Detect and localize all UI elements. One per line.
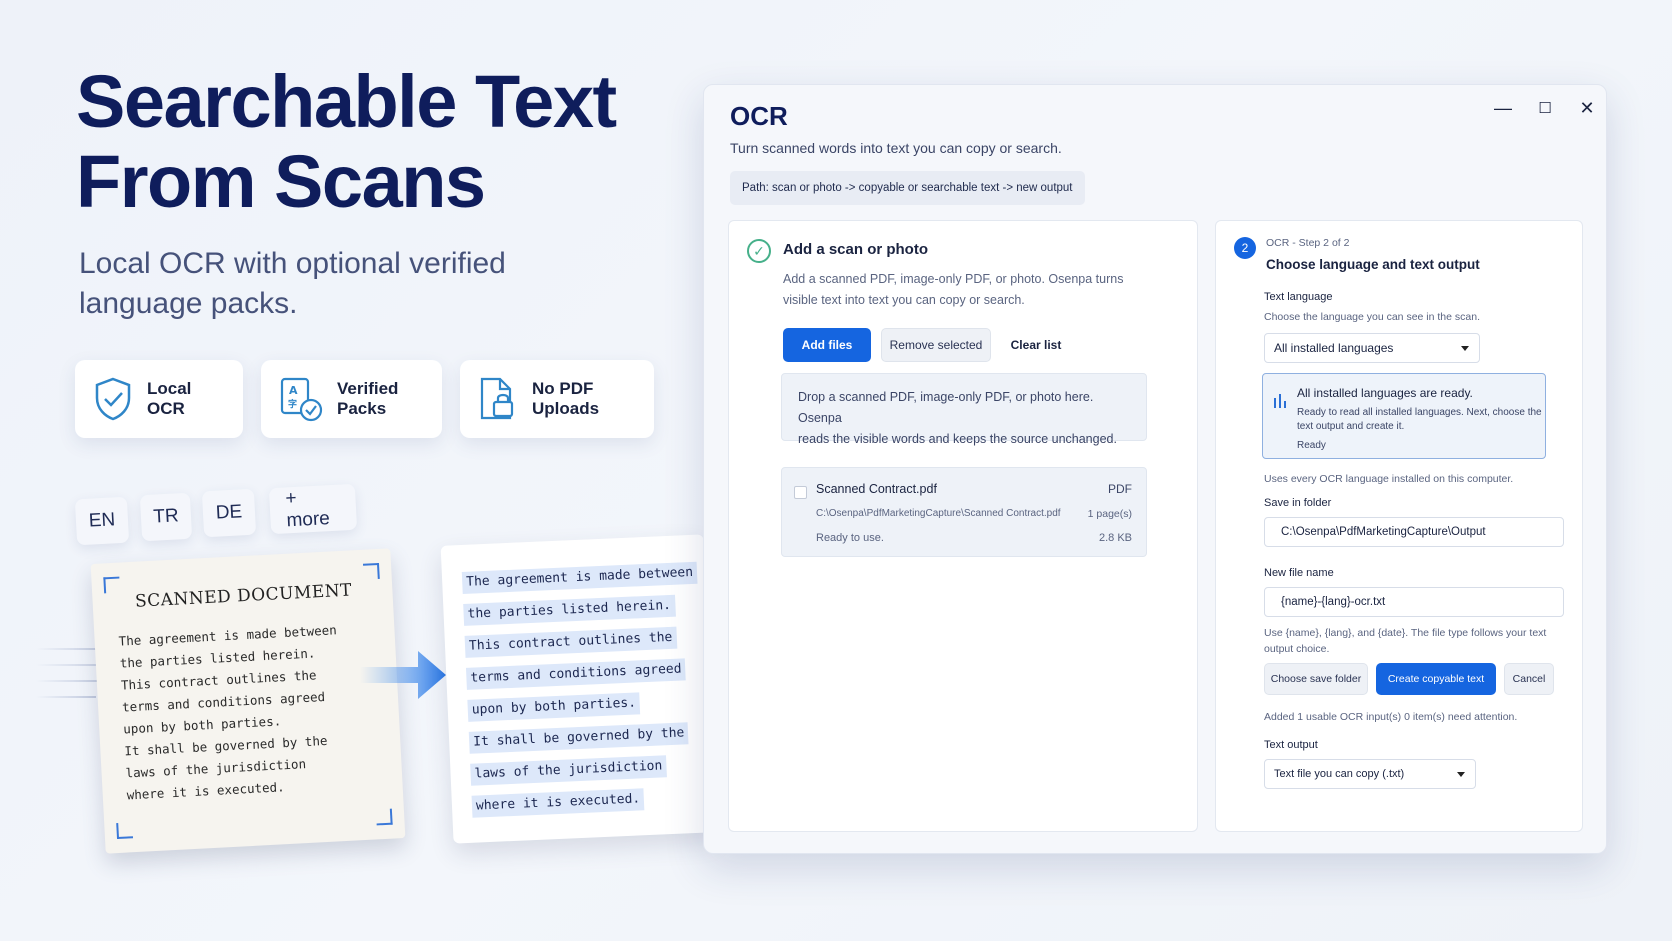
language-chip-more: + more [268, 483, 358, 535]
hero-subtitle: Local OCR with optional verified languag… [79, 247, 506, 320]
close-button[interactable]: ✕ [1572, 93, 1602, 123]
extracted-line: upon by both parties. [467, 692, 641, 722]
cancel-button[interactable]: Cancel [1504, 663, 1554, 695]
step2-title: Choose language and text output [1266, 257, 1480, 272]
clear-list-button[interactable]: Clear list [999, 328, 1073, 362]
step1-title: Add a scan or photo [783, 241, 929, 258]
info-status: Ready [1297, 440, 1326, 451]
language-chip-de: DE [201, 488, 257, 538]
file-name-hint: Use {name}, {lang}, and {date}. The file… [1264, 625, 1546, 657]
feature-no-pdf-uploads: No PDF Uploads [460, 360, 654, 438]
extracted-line: The agreement is made between [461, 561, 698, 594]
remove-selected-button[interactable]: Remove selected [881, 328, 991, 362]
window-subtitle: Turn scanned words into text you can cop… [730, 140, 1062, 156]
step1-panel: ✓ Add a scan or photo Add a scanned PDF,… [728, 220, 1198, 832]
step1-description-line: Add a scanned PDF, image-only PDF, or ph… [783, 272, 1124, 286]
conversion-arrow-icon [360, 645, 450, 710]
shield-check-icon [95, 377, 131, 421]
file-name-label: New file name [1264, 567, 1334, 579]
check-icon: ✓ [747, 239, 771, 263]
file-status: Ready to use. [816, 532, 884, 544]
add-files-button[interactable]: Add files [783, 328, 871, 362]
hero-title-line-2: From Scans [76, 140, 486, 223]
workflow-path: Path: scan or photo -> copyable or searc… [730, 171, 1085, 205]
file-checkbox[interactable] [794, 486, 807, 499]
info-line: Ready to read all installed languages. N… [1297, 407, 1542, 418]
save-folder-input[interactable]: C:\Osenpa\PdfMarketingCapture\Output [1264, 517, 1564, 547]
scanned-document-title: SCANNED DOCUMENT [134, 580, 353, 612]
drop-zone-line: reads the visible words and keeps the so… [798, 432, 1117, 446]
window-title: OCR [730, 101, 788, 131]
text-output-label: Text output [1264, 739, 1318, 751]
maximize-button[interactable]: ☐ [1530, 93, 1560, 123]
step2-kicker: OCR - Step 2 of 2 [1266, 237, 1350, 249]
scan-corner [362, 562, 380, 580]
scan-corner [116, 822, 134, 840]
file-type: PDF [1108, 482, 1132, 496]
language-select[interactable]: All installed languages [1264, 333, 1480, 363]
extracted-text-card: The agreement is made between the partie… [440, 534, 717, 844]
chevron-down-icon [1461, 346, 1469, 351]
chevron-down-icon [1457, 772, 1465, 777]
feature-label: Verified Packs [337, 379, 399, 418]
language-chip-tr: TR [139, 492, 193, 542]
added-note: Added 1 usable OCR input(s) 0 item(s) ne… [1264, 711, 1518, 723]
file-size: 2.8 KB [1098, 532, 1132, 544]
hero-title-line-1: Searchable Text [76, 60, 617, 143]
extracted-line: where it is executed. [471, 788, 645, 818]
feature-label: No PDF Uploads [532, 379, 600, 418]
doc-lock-icon [480, 377, 514, 420]
minimize-button[interactable]: — [1488, 93, 1518, 123]
text-output-select-value: Text file you can copy (.txt) [1274, 768, 1405, 780]
file-name-hint-line: output choice. [1264, 643, 1330, 655]
info-title: All installed languages are ready. [1297, 386, 1473, 400]
drop-zone[interactable]: Drop a scanned PDF, image-only PDF, or p… [781, 373, 1147, 446]
file-name: Scanned Contract.pdf [816, 482, 937, 496]
scanned-document: SCANNED DOCUMENT The agreement is made b… [90, 548, 406, 854]
drop-zone-line: Drop a scanned PDF, image-only PDF, or p… [798, 390, 1094, 425]
svg-text:字: 字 [288, 398, 297, 410]
create-copyable-text-button[interactable]: Create copyable text [1376, 663, 1496, 695]
scan-corner [375, 808, 393, 826]
file-pages: 1 page(s) [1087, 508, 1132, 520]
svg-text:A: A [289, 384, 298, 397]
motion-line [36, 696, 96, 698]
ocr-window: — ☐ ✕ OCR Turn scanned words into text y… [703, 84, 1607, 854]
step1-description-line: visible text into text you can copy or s… [783, 293, 1025, 307]
file-name-input[interactable]: {name}-{lang}-ocr.txt [1264, 587, 1564, 617]
save-folder-label: Save in folder [1264, 497, 1332, 509]
file-path: C:\Osenpa\PdfMarketingCapture\Scanned Co… [816, 508, 1061, 519]
feature-verified-packs: A 字 Verified Packs [261, 360, 442, 438]
language-select-value: All installed languages [1274, 341, 1394, 355]
step2-panel: 2 OCR - Step 2 of 2 Choose language and … [1215, 220, 1583, 832]
file-name-hint-line: Use {name}, {lang}, and {date}. The file… [1264, 627, 1547, 639]
text-language-hint: Choose the language you can see in the s… [1264, 311, 1480, 323]
language-chip-en: EN [74, 496, 130, 546]
feature-local-ocr: Local OCR [75, 360, 243, 438]
feature-label: Local OCR [147, 379, 192, 418]
step1-description: Add a scanned PDF, image-only PDF, or ph… [783, 269, 1123, 311]
scan-corner [103, 576, 121, 594]
text-language-label: Text language [1264, 291, 1333, 303]
uses-note: Uses every OCR language installed on thi… [1264, 473, 1514, 485]
bar-chart-icon [1274, 394, 1286, 408]
step-badge: 2 [1234, 237, 1256, 259]
choose-save-folder-button[interactable]: Choose save folder [1264, 663, 1368, 695]
file-list-item[interactable]: Scanned Contract.pdf PDF C:\Osenpa\PdfMa… [781, 467, 1147, 557]
language-doc-check-icon: A 字 [280, 377, 323, 422]
motion-line [36, 680, 106, 682]
info-line: text output and create it. [1297, 421, 1405, 432]
language-status-box: All installed languages are ready. Ready… [1262, 373, 1546, 459]
info-description: Ready to read all installed languages. N… [1297, 406, 1542, 434]
hero-title: Searchable Text From Scans [76, 60, 617, 223]
text-output-select[interactable]: Text file you can copy (.txt) [1264, 759, 1476, 789]
